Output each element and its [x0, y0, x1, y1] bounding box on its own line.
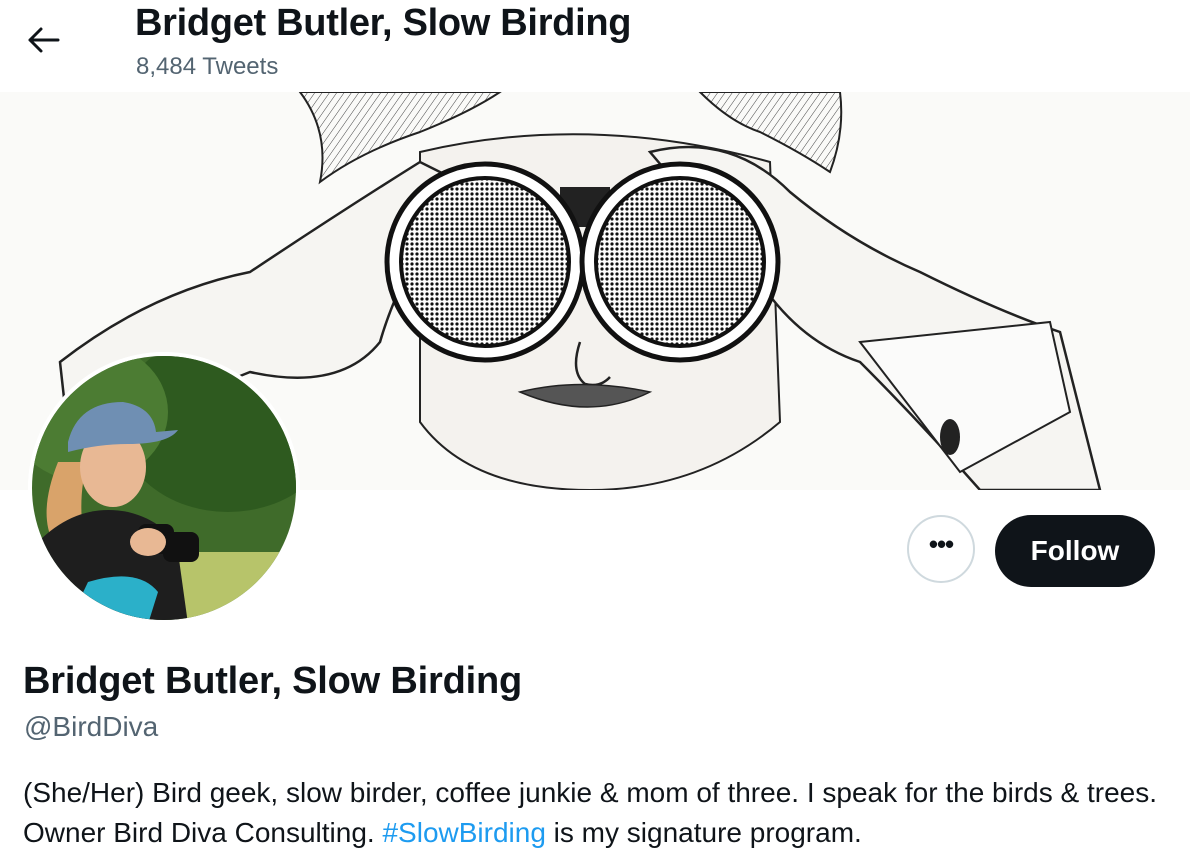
header-title: Bridget Butler, Slow Birding	[135, 2, 632, 44]
avatar-photo	[28, 352, 300, 624]
hashtag-link[interactable]: #SlowBirding	[382, 817, 545, 848]
follow-button[interactable]: Follow	[995, 515, 1155, 587]
more-options-button[interactable]: •••	[907, 515, 975, 583]
bio-text-end: is my signature program.	[545, 817, 862, 848]
profile-header: Bridget Butler, Slow Birding 8,484 Tweet…	[0, 0, 1190, 92]
profile-name: Bridget Butler, Slow Birding	[23, 660, 522, 702]
arrow-left-icon	[28, 27, 60, 53]
profile-bio: (She/Her) Bird geek, slow birder, coffee…	[23, 773, 1173, 853]
more-horizontal-icon: •••	[928, 529, 954, 559]
back-button[interactable]	[24, 20, 64, 60]
tweet-count: 8,484 Tweets	[136, 53, 279, 80]
profile-handle: @BirdDiva	[24, 711, 159, 742]
profile-avatar[interactable]	[28, 352, 300, 624]
